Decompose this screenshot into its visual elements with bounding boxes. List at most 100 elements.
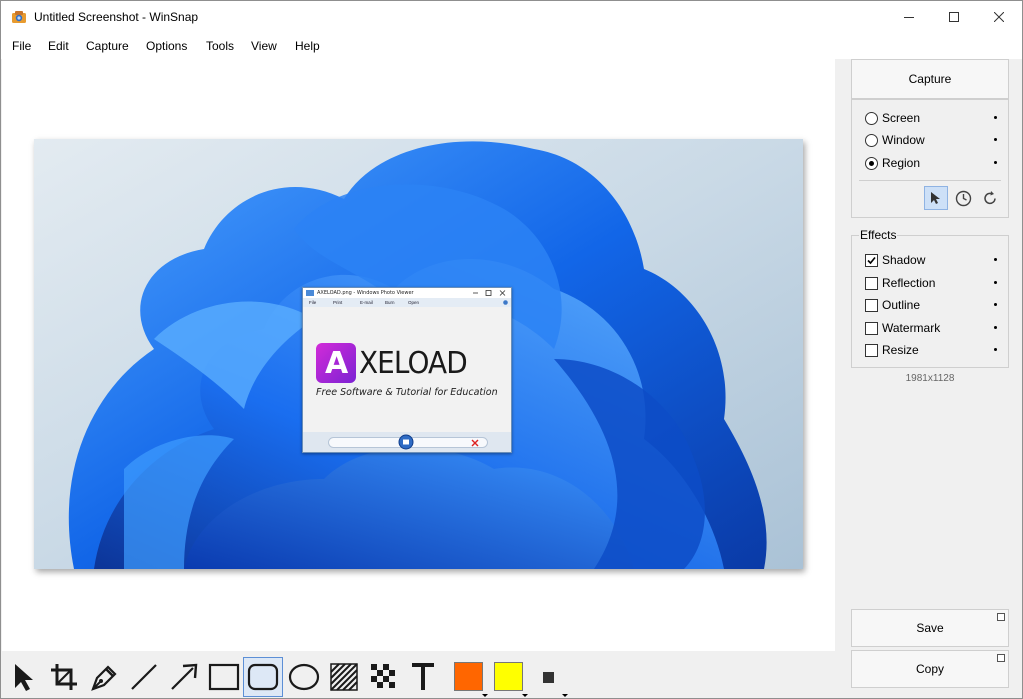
pixelate-icon: [371, 664, 395, 688]
pv-menu-file: File: [309, 300, 317, 305]
effect-resize-more-icon[interactable]: [994, 348, 997, 351]
menu-bar: File Edit Capture Options Tools View Hel…: [1, 33, 1022, 59]
line-width-icon[interactable]: [543, 672, 554, 683]
effect-watermark-option[interactable]: Watermark: [865, 319, 997, 337]
save-button[interactable]: Save: [851, 609, 1009, 647]
menu-help[interactable]: Help: [295, 39, 320, 53]
line-width-dropdown-icon[interactable]: [562, 694, 568, 697]
repeat-icon[interactable]: [982, 190, 999, 207]
mode-screen-radio[interactable]: [865, 111, 878, 125]
effect-shadow-more-icon[interactable]: [994, 258, 997, 261]
pointer-tool[interactable]: [4, 657, 44, 697]
capture-divider: [859, 180, 1001, 181]
axeload-logo-letter: A: [325, 346, 349, 381]
save-options-checkbox[interactable]: [997, 613, 1005, 621]
maximize-button[interactable]: [931, 1, 977, 33]
arrow-icon: [171, 663, 198, 690]
line-tool[interactable]: [124, 657, 164, 697]
pointer-icon: [15, 664, 33, 691]
menu-edit[interactable]: Edit: [48, 39, 69, 53]
drawing-toolbar: [2, 651, 835, 698]
text-icon: [412, 663, 434, 690]
ellipse-icon: [288, 663, 320, 691]
effect-watermark-more-icon[interactable]: [994, 326, 997, 329]
primary-color-dropdown-icon[interactable]: [482, 694, 488, 697]
mode-window-radio[interactable]: [865, 133, 878, 147]
mode-region-label: Region: [882, 156, 921, 170]
effect-outline-option[interactable]: Outline: [865, 296, 997, 314]
line-icon: [131, 664, 157, 690]
mode-region-radio[interactable]: [865, 156, 878, 170]
capture-button[interactable]: Capture: [851, 59, 1009, 99]
menu-capture[interactable]: Capture: [86, 39, 129, 53]
photo-viewer-window: AXELOAD.png - Windows Photo Viewer File …: [302, 287, 512, 453]
ellipse-tool[interactable]: [284, 657, 324, 697]
menu-options[interactable]: Options: [146, 39, 187, 53]
effect-reflection-more-icon[interactable]: [994, 281, 997, 284]
effect-shadow-checkbox[interactable]: [865, 253, 878, 267]
screenshot-image[interactable]: AXELOAD.png - Windows Photo Viewer File …: [34, 139, 803, 569]
secondary-color-swatch[interactable]: [494, 662, 523, 691]
rounded-rectangle-icon: [247, 663, 279, 691]
effect-resize-option[interactable]: Resize: [865, 341, 997, 359]
rounded-rectangle-tool[interactable]: [243, 657, 283, 697]
pixelate-tool[interactable]: [364, 657, 404, 697]
mode-screen-option[interactable]: Screen: [865, 109, 997, 127]
minimize-button[interactable]: [886, 1, 932, 33]
mode-screen-label: Screen: [882, 111, 921, 125]
mode-screen-more-icon[interactable]: [994, 116, 997, 119]
effect-outline-label: Outline: [882, 298, 921, 312]
axeload-logo-subtitle: Free Software & Tutorial for Education: [316, 387, 498, 398]
hatch-tool[interactable]: [324, 657, 364, 697]
text-tool[interactable]: [403, 657, 443, 697]
image-canvas[interactable]: AXELOAD.png - Windows Photo Viewer File …: [2, 59, 835, 651]
cursor-icon: [931, 192, 940, 204]
effect-resize-checkbox[interactable]: [865, 343, 878, 357]
pv-slideshow-icon: [398, 434, 414, 450]
mode-window-label: Window: [882, 133, 925, 147]
effect-reflection-option[interactable]: Reflection: [865, 274, 997, 292]
effect-reflection-checkbox[interactable]: [865, 276, 878, 290]
menu-view[interactable]: View: [251, 39, 277, 53]
image-dimensions: 1981x1128: [905, 373, 955, 384]
close-icon: [994, 12, 1004, 22]
copy-button-label: Copy: [915, 662, 944, 676]
secondary-color-dropdown-icon[interactable]: [522, 694, 528, 697]
timer-icon[interactable]: [955, 190, 972, 207]
close-button[interactable]: [976, 1, 1022, 33]
photo-viewer-body: A XELOAD Free Software & Tutorial for Ed…: [303, 307, 511, 434]
title-bar: Untitled Screenshot - WinSnap: [1, 1, 1022, 33]
pv-menu-print: Print: [333, 300, 343, 305]
rectangle-tool[interactable]: [204, 657, 244, 697]
pen-tool[interactable]: [84, 657, 124, 697]
arrow-tool[interactable]: [164, 657, 204, 697]
photo-viewer-toolbar: File Print E-mail Burn Open: [303, 298, 511, 307]
effect-reflection-label: Reflection: [882, 276, 936, 290]
pen-icon: [91, 665, 117, 691]
cursor-mode-button[interactable]: [924, 186, 948, 210]
crop-icon: [51, 664, 77, 690]
effect-outline-more-icon[interactable]: [994, 303, 997, 306]
winsnap-window: Untitled Screenshot - WinSnap File Edit …: [0, 0, 1023, 699]
effect-shadow-option[interactable]: Shadow: [865, 251, 997, 269]
mode-region-option[interactable]: Region: [865, 154, 997, 172]
capture-button-label: Capture: [908, 72, 952, 86]
mode-window-option[interactable]: Window: [865, 131, 997, 149]
copy-button[interactable]: Copy: [851, 650, 1009, 688]
mode-region-more-icon[interactable]: [994, 161, 997, 164]
capture-mode-group: Screen Window Region: [851, 99, 1009, 218]
effect-shadow-label: Shadow: [882, 253, 926, 267]
axeload-logo-text: XELOAD: [359, 346, 468, 381]
effect-watermark-label: Watermark: [882, 321, 941, 335]
crop-tool[interactable]: [44, 657, 84, 697]
pv-help-icon: [503, 300, 508, 305]
effect-outline-checkbox[interactable]: [865, 298, 878, 312]
primary-color-swatch[interactable]: [454, 662, 483, 691]
mode-window-more-icon[interactable]: [994, 138, 997, 141]
menu-file[interactable]: File: [12, 39, 31, 53]
minimize-icon: [904, 17, 914, 18]
effect-watermark-checkbox[interactable]: [865, 321, 878, 335]
copy-options-checkbox[interactable]: [997, 654, 1005, 662]
axeload-logo-mark: A: [316, 343, 356, 383]
menu-tools[interactable]: Tools: [206, 39, 234, 53]
